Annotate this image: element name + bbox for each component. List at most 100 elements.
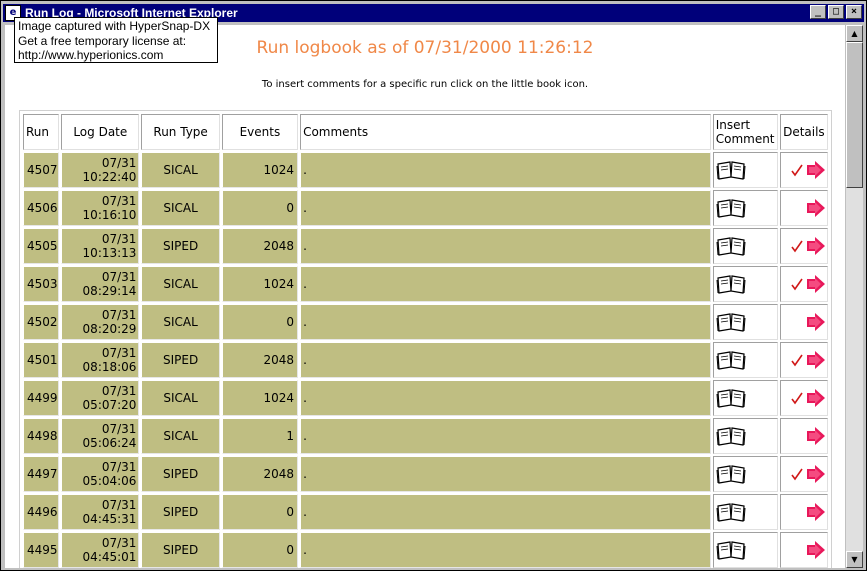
checkmark-icon [791, 240, 803, 253]
maximize-button[interactable]: □ [828, 5, 844, 19]
table-row: 4498 07/31 05:06:24 SICAL 1. [23, 418, 828, 454]
arrow-right-icon [807, 199, 825, 217]
details-link[interactable] [779, 494, 828, 530]
run-number: 4501 [23, 342, 60, 378]
event-count: 2048 [221, 228, 299, 264]
header-comments: Comments [300, 114, 711, 150]
log-date-day: 07/31 [101, 422, 137, 436]
log-date-time: 08:20:29 [82, 322, 137, 336]
book-icon [716, 389, 746, 408]
comment-text: . [300, 228, 711, 264]
details-link[interactable] [779, 380, 828, 416]
insert-comment-button[interactable] [712, 190, 778, 226]
run-type: SIPED [141, 456, 220, 492]
event-count: 1024 [221, 152, 299, 188]
comment-text: . [300, 304, 711, 340]
arrow-right-icon [807, 427, 825, 445]
table-row: 4501 07/31 08:18:06 SIPED 2048. [23, 342, 828, 378]
details-link[interactable] [779, 418, 828, 454]
scroll-up-button[interactable]: ▲ [846, 25, 863, 42]
details-link[interactable] [779, 266, 828, 302]
table-row: 4497 07/31 05:04:06 SIPED 2048. [23, 456, 828, 492]
vertical-scrollbar[interactable]: ▲ ▼ [846, 25, 863, 568]
insert-comment-button[interactable] [712, 380, 778, 416]
log-date: 07/31 05:07:20 [61, 380, 140, 416]
book-icon [716, 541, 746, 560]
header-details: Details [779, 114, 828, 150]
book-icon [716, 351, 746, 370]
details-link[interactable] [779, 228, 828, 264]
insert-comment-button[interactable] [712, 228, 778, 264]
insert-comment-button[interactable] [712, 304, 778, 340]
table-body: 4507 07/31 10:22:40 SICAL 1024. 4506 07/31 10:1… [23, 152, 828, 568]
event-count: 1024 [221, 380, 299, 416]
run-number: 4506 [23, 190, 60, 226]
details-link[interactable] [779, 152, 828, 188]
details-link[interactable] [779, 304, 828, 340]
log-date-time: 05:07:20 [82, 398, 137, 412]
browser-window: e Run Log - Microsoft Internet Explorer … [0, 0, 867, 571]
event-count: 1024 [221, 266, 299, 302]
log-date: 07/31 08:29:14 [61, 266, 140, 302]
arrow-right-icon [807, 161, 825, 179]
insert-comment-button[interactable] [712, 342, 778, 378]
insert-comment-button[interactable] [712, 494, 778, 530]
scroll-thumb[interactable] [846, 42, 863, 188]
book-icon [716, 237, 746, 256]
minimize-button[interactable]: _ [810, 5, 826, 19]
log-date-day: 07/31 [101, 536, 137, 550]
close-button[interactable]: × [846, 5, 862, 19]
insert-comment-button[interactable] [712, 456, 778, 492]
log-date: 07/31 08:20:29 [61, 304, 140, 340]
header-insert-comment: Insert Comment [712, 114, 778, 150]
arrow-right-icon [807, 389, 825, 407]
checkmark-icon [791, 164, 803, 177]
arrow-right-icon [807, 237, 825, 255]
comment-text: . [300, 418, 711, 454]
details-link[interactable] [779, 532, 828, 568]
event-count: 0 [221, 494, 299, 530]
insert-comment-button[interactable] [712, 152, 778, 188]
book-icon [716, 465, 746, 484]
insert-comment-button[interactable] [712, 532, 778, 568]
details-link[interactable] [779, 456, 828, 492]
comment-text: . [300, 494, 711, 530]
log-date-day: 07/31 [101, 308, 137, 322]
details-link[interactable] [779, 342, 828, 378]
header-events: Events [221, 114, 299, 150]
run-number: 4499 [23, 380, 60, 416]
run-type: SICAL [141, 266, 220, 302]
details-link[interactable] [779, 190, 828, 226]
book-icon [716, 313, 746, 332]
checkmark-icon [791, 468, 803, 481]
run-type: SIPED [141, 342, 220, 378]
log-date: 07/31 05:06:24 [61, 418, 140, 454]
book-icon [716, 161, 746, 180]
table-row: 4495 07/31 04:45:01 SIPED 0. [23, 532, 828, 568]
insert-comment-button[interactable] [712, 266, 778, 302]
log-date-day: 07/31 [101, 156, 137, 170]
arrow-right-icon [807, 351, 825, 369]
event-count: 2048 [221, 456, 299, 492]
event-count: 0 [221, 532, 299, 568]
event-count: 0 [221, 304, 299, 340]
table-row: 4507 07/31 10:22:40 SICAL 1024. [23, 152, 828, 188]
log-date-time: 04:45:31 [82, 512, 137, 526]
event-count: 0 [221, 190, 299, 226]
run-type: SICAL [141, 380, 220, 416]
watermark-line: http://www.hyperionics.com [18, 48, 164, 62]
book-icon [716, 503, 746, 522]
scroll-down-button[interactable]: ▼ [846, 551, 863, 568]
run-number: 4502 [23, 304, 60, 340]
log-date-time: 04:45:01 [82, 550, 137, 564]
header-run: Run [23, 114, 60, 150]
log-date-time: 10:22:40 [82, 170, 137, 184]
run-number: 4505 [23, 228, 60, 264]
run-type: SICAL [141, 152, 220, 188]
insert-comment-button[interactable] [712, 418, 778, 454]
log-date-day: 07/31 [101, 194, 137, 208]
table-row: 4506 07/31 10:16:10 SICAL 0. [23, 190, 828, 226]
page-content: Run logbook as of 07/31/2000 11:26:12 To… [5, 25, 845, 568]
arrow-right-icon [807, 503, 825, 521]
run-type: SICAL [141, 190, 220, 226]
